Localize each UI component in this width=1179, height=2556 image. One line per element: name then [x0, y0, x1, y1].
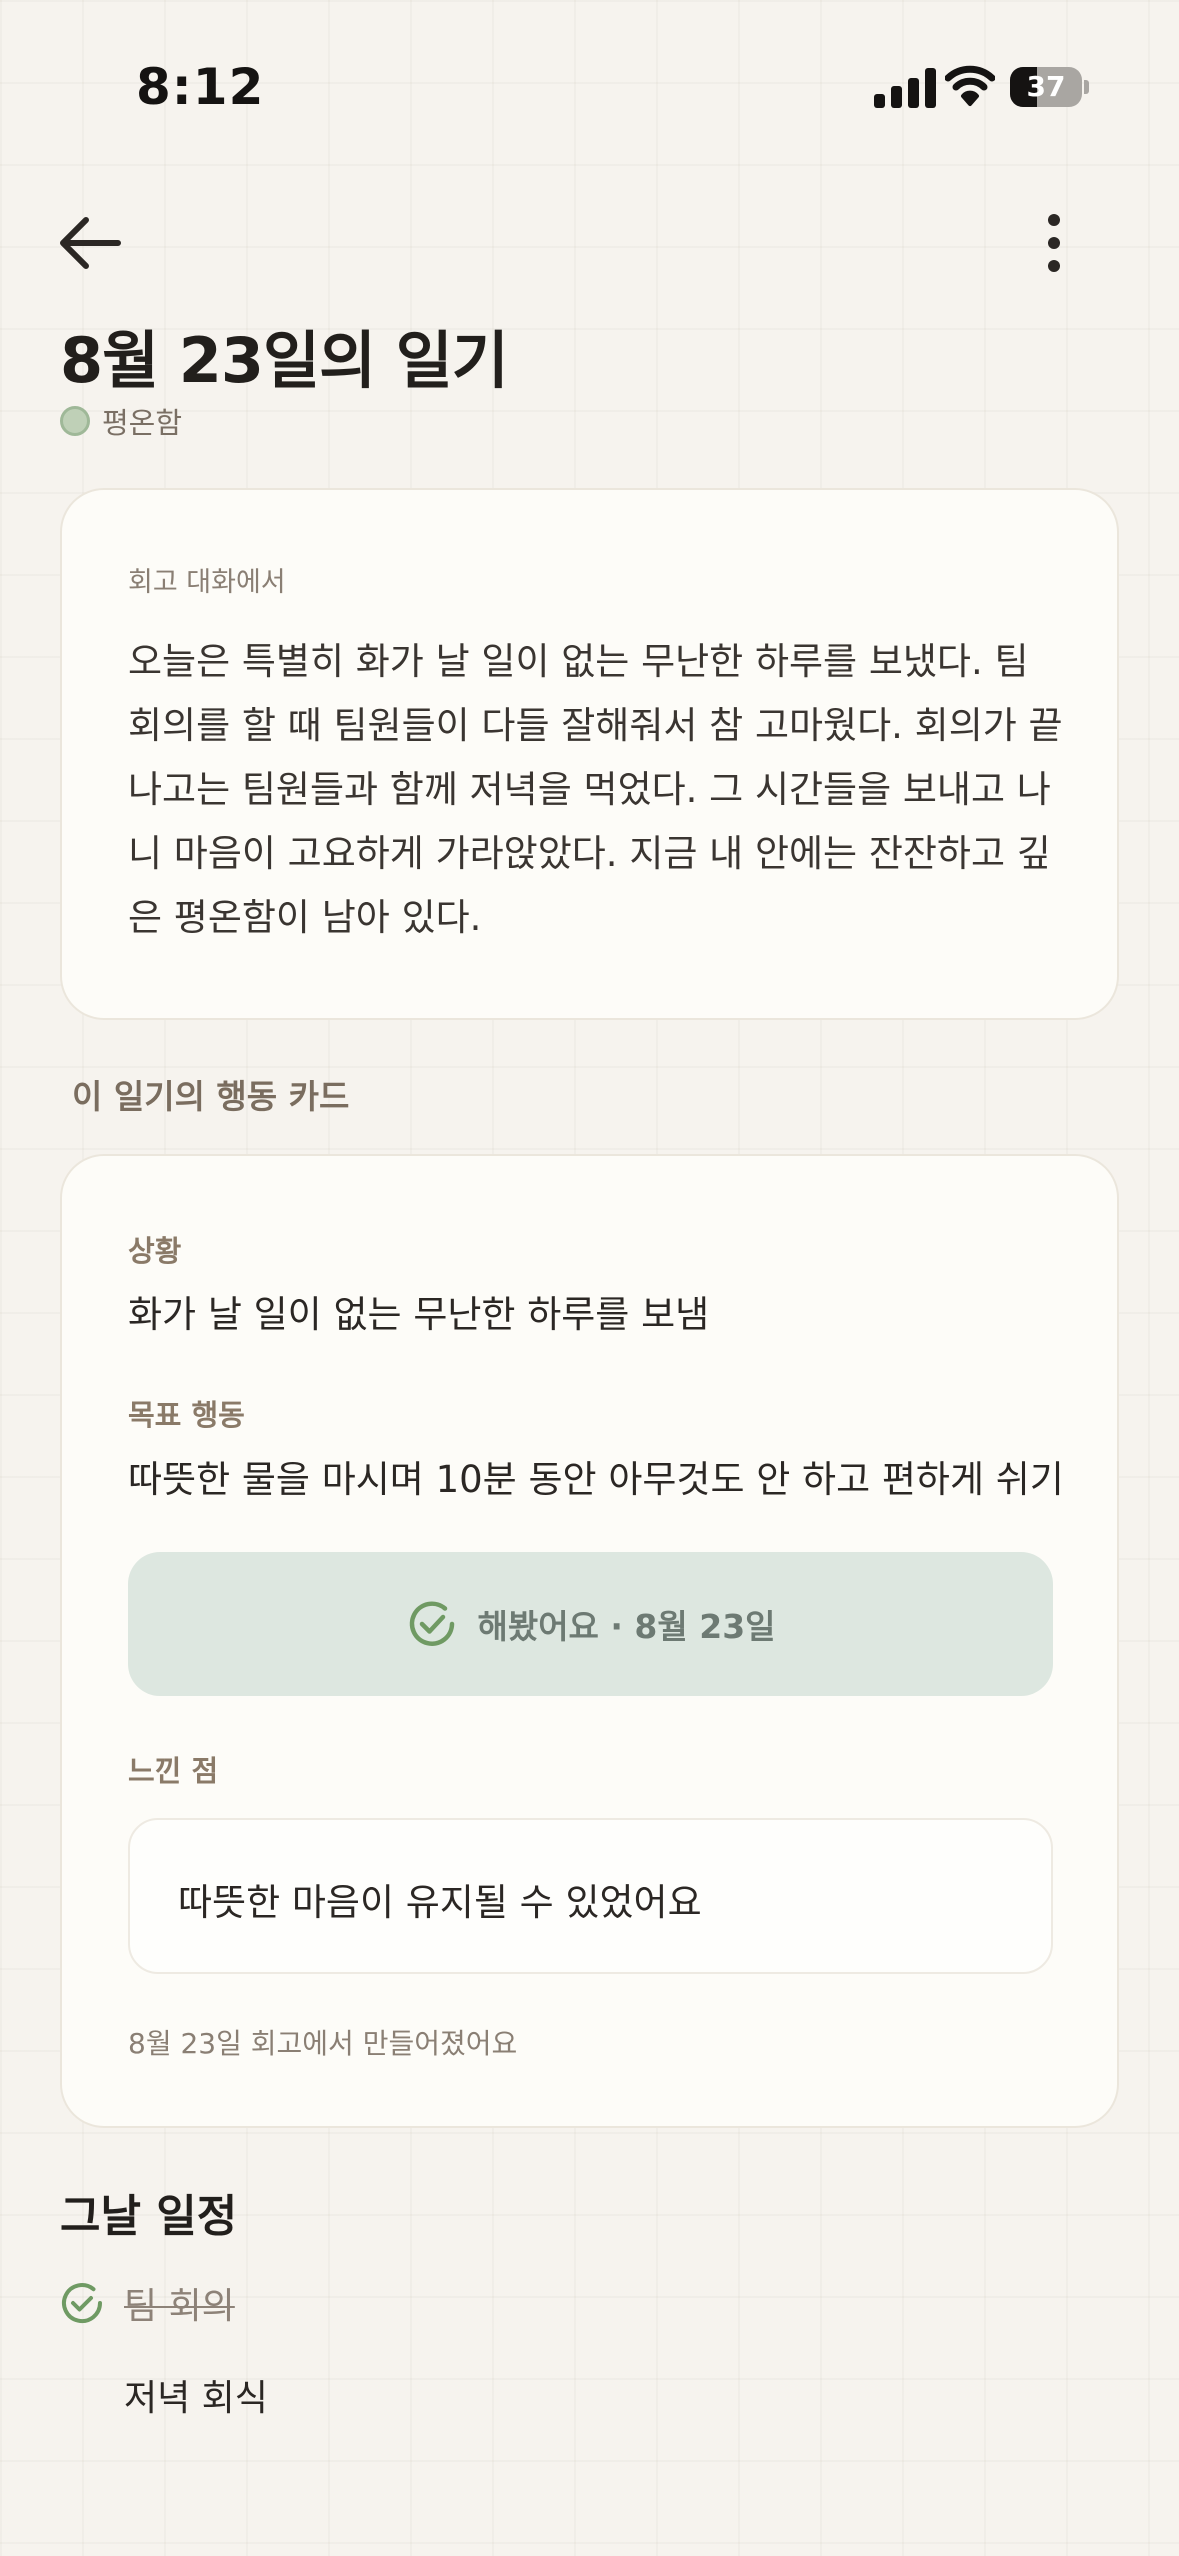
- mood-label: 평온함: [102, 406, 183, 440]
- page-title: 8월 23일의 일기: [60, 324, 509, 397]
- check-circle-icon: [410, 1601, 455, 1646]
- action-card: 상황 화가 날 일이 없는 무난한 하루를 보냄 목표 행동 따뜻한 물을 마시…: [60, 1154, 1119, 2128]
- schedule-item[interactable]: 팀 회의: [60, 2273, 760, 2333]
- wifi-icon: [945, 65, 995, 106]
- reflection-text: 따뜻한 마음이 유지될 수 있었어요: [178, 1881, 702, 1924]
- diary-card: 회고 대화에서 오늘은 특별히 화가 날 일이 없는 무난한 하루를 보냈다. …: [60, 488, 1119, 1020]
- diary-body: 오늘은 특별히 화가 날 일이 없는 무난한 하루를 보냈다. 팀 회의를 할 …: [128, 640, 1063, 939]
- reflection-label: 느낀 점: [128, 1754, 219, 1788]
- more-vertical-icon: [1048, 214, 1060, 272]
- done-status-button[interactable]: 해봤어요 · 8월 23일: [128, 1552, 1053, 1696]
- mood-tag: 평온함: [60, 403, 183, 440]
- more-options-button[interactable]: [1030, 208, 1078, 278]
- check-circle-icon: [62, 2283, 102, 2324]
- card-footnote: 8월 23일 회고에서 만들어졌어요: [128, 2027, 518, 2060]
- schedule-item-label: 저녁 회식: [124, 2378, 268, 2419]
- battery-icon: 37: [1010, 67, 1089, 107]
- goal-label: 목표 행동: [128, 1398, 245, 1432]
- cellular-signal-icon: [874, 68, 936, 108]
- mood-dot-icon: [60, 406, 90, 436]
- back-button[interactable]: [56, 208, 126, 278]
- done-status-label: 해봤어요 · 8월 23일: [477, 1607, 776, 1646]
- battery-percent: 37: [1026, 70, 1066, 103]
- goal-value: 따뜻한 물을 마시며 10분 동안 아무것도 안 하고 편하게 쉬기: [128, 1458, 1064, 1501]
- reflection-field[interactable]: 따뜻한 마음이 유지될 수 있었어요: [128, 1818, 1053, 1974]
- status-bar: 8:12 37: [0, 0, 1179, 170]
- status-time: 8:12: [136, 58, 265, 116]
- schedule-item[interactable]: 저녁 회식: [60, 2365, 760, 2425]
- situation-label: 상황: [128, 1234, 182, 1268]
- situation-value: 화가 날 일이 없는 무난한 하루를 보냄: [128, 1293, 710, 1336]
- arrow-left-icon: [60, 217, 121, 269]
- action-section-label: 이 일기의 행동 카드: [72, 1077, 350, 1116]
- diary-source: 회고 대화에서: [128, 567, 286, 598]
- schedule-item-label: 팀 회의: [124, 2286, 235, 2327]
- schedule-title: 그날 일정: [60, 2191, 238, 2242]
